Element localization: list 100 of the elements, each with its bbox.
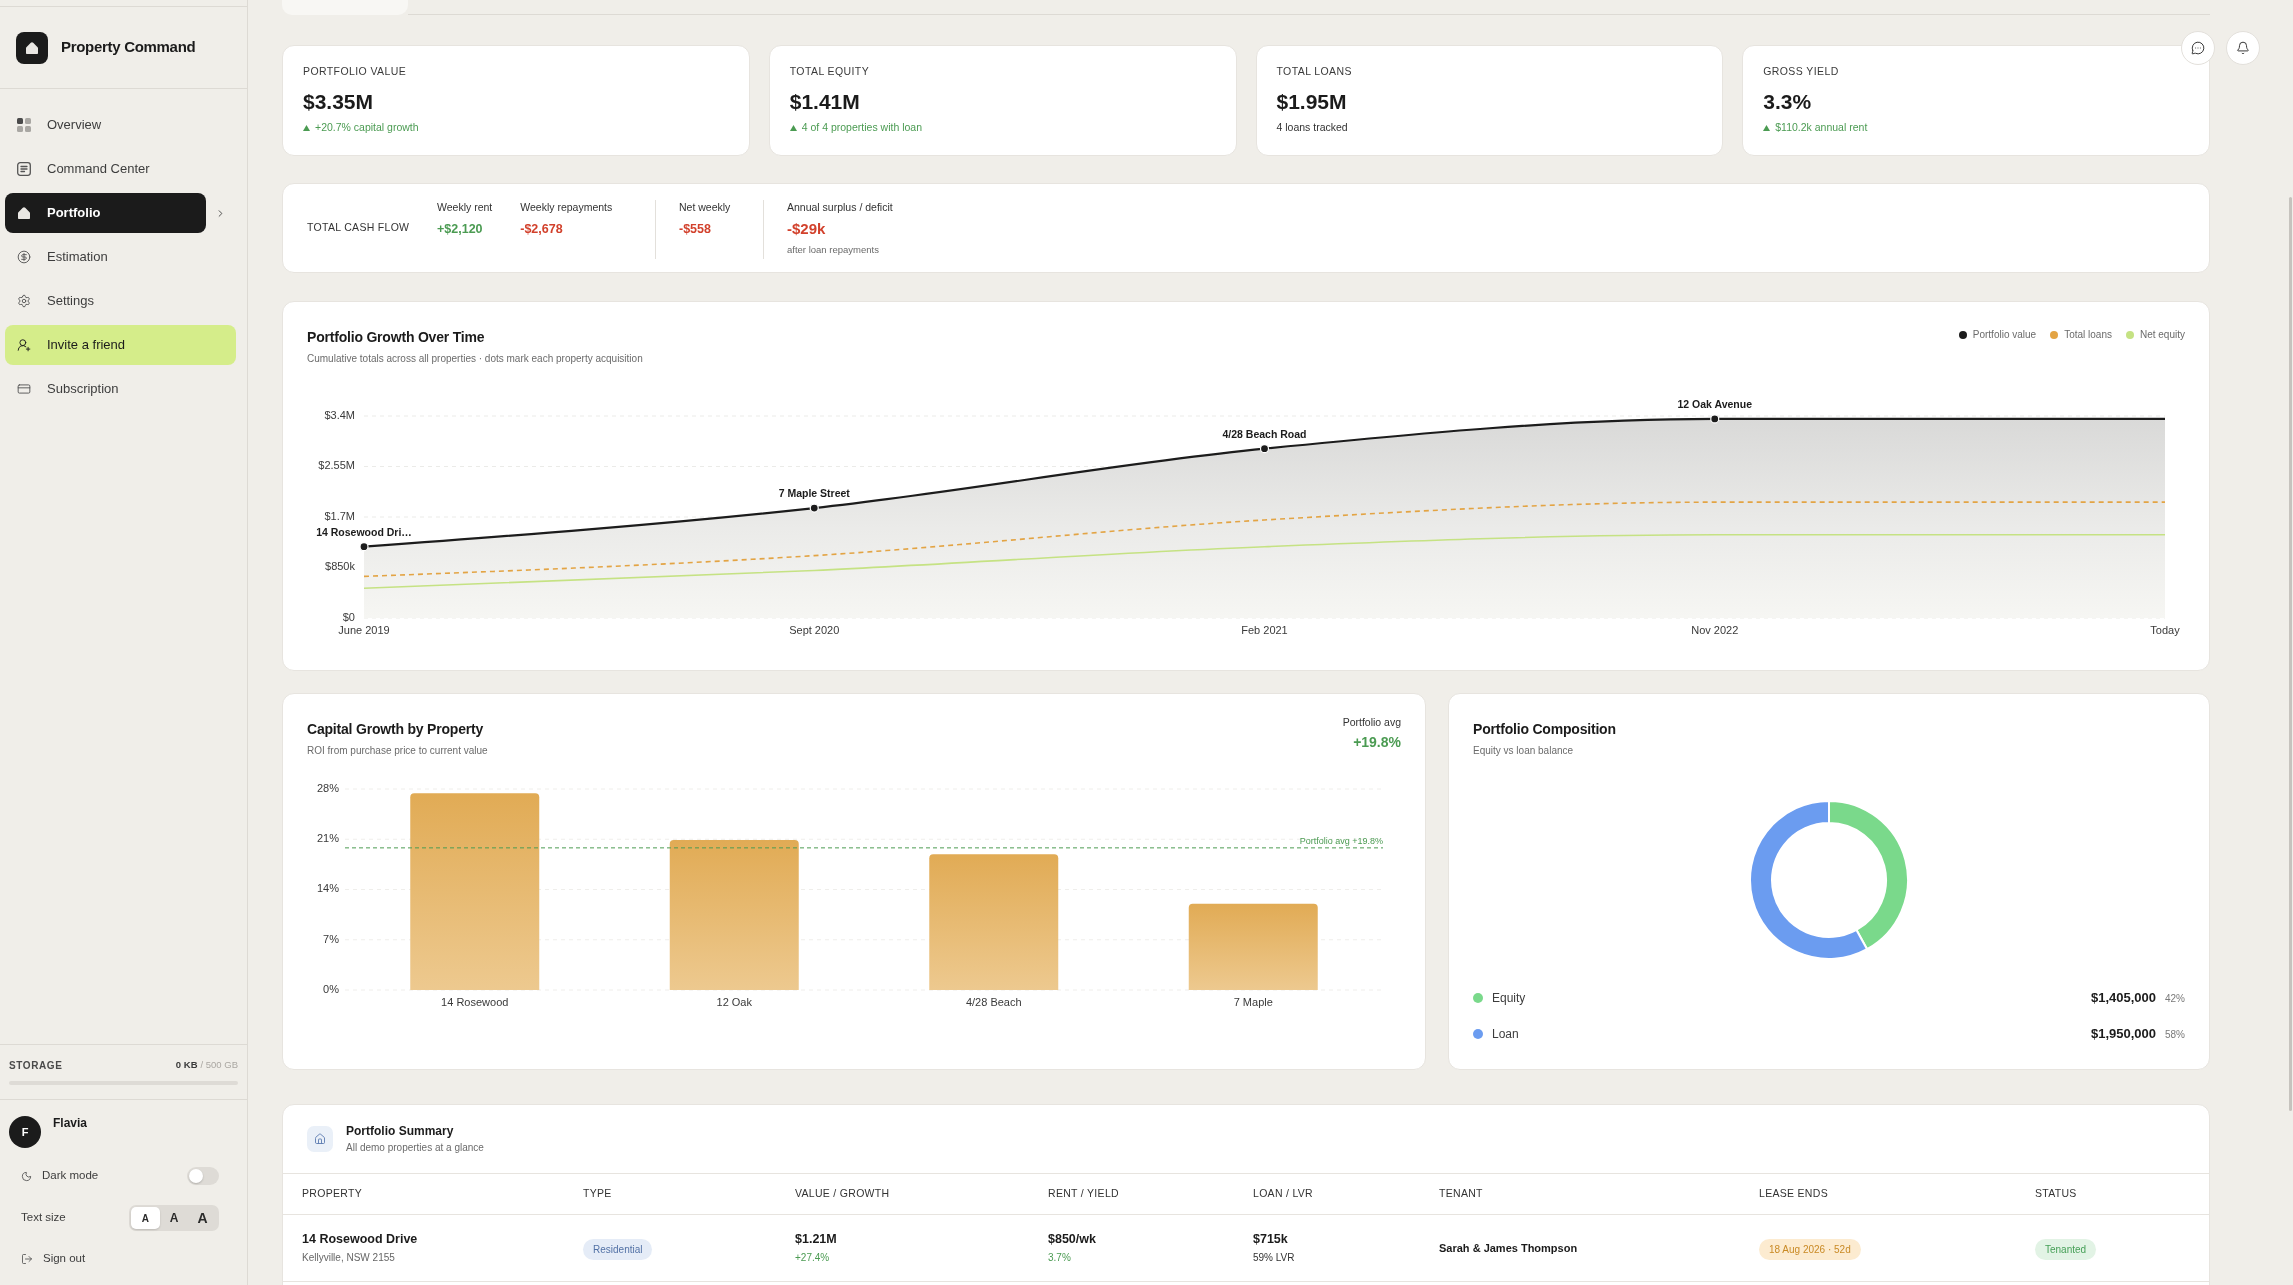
stat-value: $1.41M: [789, 89, 861, 115]
tenant-cell-text: Sarah & James Thompson: [1439, 1240, 1579, 1256]
nav-item[interactable]: Invite a friend: [5, 325, 236, 365]
axis-label: $2.55M: [318, 459, 355, 472]
chat-bubble-icon: [2191, 41, 2205, 55]
chart-subtitle: Equity vs loan balance: [1473, 744, 1575, 758]
stat-label: TOTAL LOANS: [1276, 64, 1353, 78]
nav-item[interactable]: Subscription: [5, 369, 236, 409]
axis-label: Sept 2020: [789, 623, 840, 636]
axis-label: 14%: [316, 882, 339, 895]
cash-flow-value: +$2,120: [437, 221, 484, 237]
user-name: Flavia: [53, 1116, 88, 1130]
nav-item[interactable]: Settings: [5, 281, 236, 321]
cash-flow-label: Weekly repayments: [520, 200, 613, 214]
axis-label: 4/28 Beach: [965, 995, 1022, 1008]
storage-label: STORAGE: [9, 1058, 63, 1073]
stat-label: TOTAL EQUITY: [789, 64, 871, 78]
average-line-label: Portfolio avg +19.8%: [1299, 835, 1383, 846]
axis-label: 28%: [316, 781, 339, 794]
stat-value: $1.95M: [1276, 89, 1348, 115]
nav-item[interactable]: Portfolio: [5, 193, 206, 233]
column-header: TENANT: [1439, 1186, 1484, 1202]
axis-label: $0: [342, 610, 355, 623]
add-user-icon: [17, 338, 31, 352]
value-cell-text: $1.21M: [795, 1231, 838, 1247]
chat-button[interactable]: [2181, 31, 2215, 65]
rent-cell-text: $850/wk: [1048, 1231, 1097, 1247]
notifications-button[interactable]: [2226, 31, 2260, 65]
axis-label: June 2019: [338, 623, 390, 636]
axis-label: 12 Oak: [716, 995, 752, 1008]
stat-note: 4 loans tracked: [1276, 120, 1348, 136]
text-size-option[interactable]: A: [188, 1207, 217, 1229]
property-name[interactable]: 14 Rosewood Drive: [302, 1231, 583, 1247]
axis-label: 21%: [316, 832, 339, 845]
legend-label: Equity: [1492, 990, 1526, 1007]
table-title: Portfolio Summary: [346, 1123, 455, 1139]
point-label: 12 Oak Avenue: [1677, 397, 1752, 410]
avatar[interactable]: F: [9, 1116, 41, 1148]
axis-label: $3.4M: [324, 408, 355, 421]
stat-note: $110.2k annual rent: [1775, 120, 1868, 136]
text-size-label: Text size: [21, 1210, 66, 1226]
storage-capacity: / 500 GB: [200, 1057, 238, 1072]
yield-cell-text: 3.7%: [1048, 1251, 1072, 1265]
legend-label: Total loans: [2064, 328, 2112, 342]
axis-label: 0%: [323, 982, 339, 995]
card-icon: [17, 382, 31, 396]
cash-flow-label: Weekly rent: [437, 200, 493, 214]
average-value: +19.8%: [1353, 733, 1401, 751]
moon-icon: [21, 1170, 32, 1182]
cash-flow-value: -$2,678: [520, 221, 564, 237]
bell-icon: [2236, 41, 2250, 55]
nav-item[interactable]: Estimation: [5, 237, 236, 277]
document-icon: [17, 162, 31, 176]
cash-flow-value: -$29k: [787, 220, 827, 238]
column-header: RENT / YIELD: [1048, 1186, 1120, 1202]
legend-amount: $1,405,000: [2090, 989, 2156, 1008]
chart-subtitle: ROI from purchase price to current value: [307, 744, 488, 758]
cash-flow-label: Annual surplus / deficit: [787, 200, 893, 214]
legend-share: 42%: [2164, 991, 2185, 1006]
stat-note: 4 of 4 properties with loan: [801, 120, 922, 136]
axis-label: Today: [2150, 623, 2180, 636]
cash-flow-value: -$558: [679, 221, 712, 237]
chart-subtitle: Cumulative totals across all properties · dots mark each property acquisition: [307, 352, 643, 366]
legend-amount: $1,950,000: [2090, 1025, 2156, 1044]
column-header: PROPERTY: [302, 1186, 363, 1202]
dark-mode-toggle[interactable]: [187, 1167, 219, 1185]
house-icon: [17, 206, 31, 220]
column-header: VALUE / GROWTH: [795, 1186, 891, 1202]
sign-out-button[interactable]: Sign out: [21, 1247, 86, 1271]
point-label: 4/28 Beach Road: [1222, 427, 1307, 440]
cash-flow-label: Net weekly: [679, 200, 731, 214]
axis-label: $1.7M: [324, 509, 355, 522]
nav-item[interactable]: Overview: [5, 105, 236, 145]
growth-cell-text: +27.4%: [795, 1251, 831, 1265]
dark-mode-label: Dark mode: [42, 1168, 99, 1184]
chart-title: Portfolio Growth Over Time: [307, 328, 486, 347]
storage-used: 0 KB: [175, 1057, 198, 1072]
average-label: Portfolio avg: [1342, 715, 1401, 729]
legend-label: Net equity: [2139, 328, 2185, 342]
stat-note: +20.7% capital growth: [315, 120, 419, 136]
lvr-cell-text: 59% LVR: [1253, 1251, 1296, 1265]
axis-label: $850k: [325, 560, 355, 573]
cash-flow-title: TOTAL CASH FLOW: [307, 220, 411, 236]
axis-label: 7%: [323, 932, 339, 945]
chart-title: Portfolio Composition: [1473, 720, 1617, 739]
legend-label: Loan: [1492, 1026, 1519, 1043]
scrollbar-thumb[interactable]: [2289, 197, 2292, 1111]
axis-label: Feb 2021: [1241, 623, 1288, 636]
stat-value: 3.3%: [1763, 89, 1813, 115]
text-size-option[interactable]: A: [131, 1207, 160, 1229]
sign-out-icon: [21, 1253, 33, 1265]
stat-label: GROSS YIELD: [1763, 64, 1840, 78]
axis-label: Nov 2022: [1691, 623, 1739, 636]
stat-value: $3.35M: [303, 89, 375, 115]
nav-item[interactable]: Command Center: [5, 149, 236, 189]
house-icon: [307, 1126, 333, 1152]
property-address: Kellyville, NSW 2155: [302, 1251, 396, 1265]
table-subtitle: All demo properties at a glance: [346, 1141, 484, 1155]
text-size-option[interactable]: A: [159, 1207, 189, 1229]
axis-label: 14 Rosewood: [441, 995, 509, 1008]
